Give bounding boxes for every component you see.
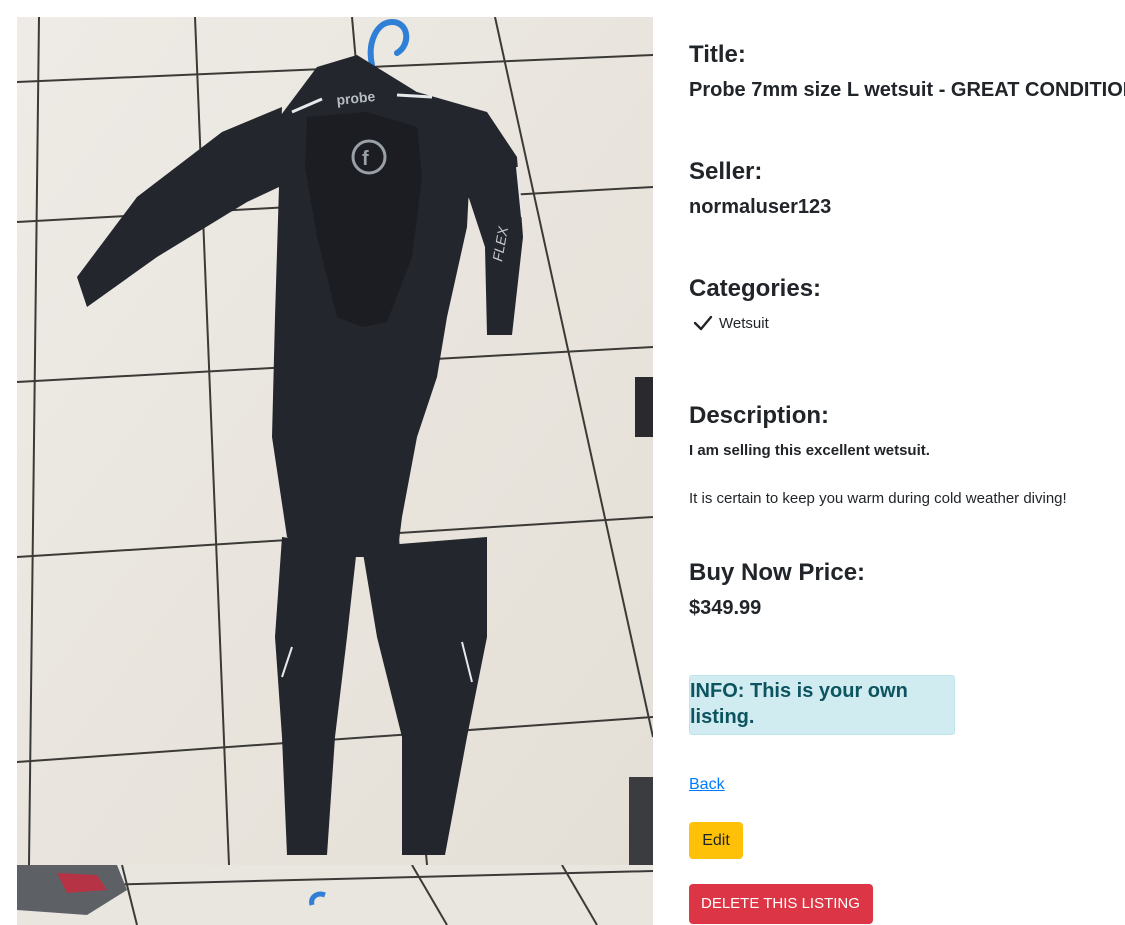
category-item: Wetsuit	[693, 314, 769, 332]
description-label: Description:	[689, 402, 830, 429]
seller-name: normaluser123	[689, 196, 832, 218]
listing-main-photo: f probe FLEX	[17, 17, 653, 865]
description-bold-line: I am selling this excellent wetsuit.	[689, 442, 930, 459]
listing-second-photo	[17, 865, 653, 925]
edit-button[interactable]: Edit	[689, 822, 743, 859]
category-label: Wetsuit	[719, 314, 769, 332]
own-listing-info-alert: INFO: This is your own listing.	[689, 675, 955, 735]
delete-listing-button[interactable]: DELETE THIS LISTING	[689, 884, 873, 924]
listing-title: Probe 7mm size L wetsuit - GREAT CONDITI…	[689, 79, 1125, 101]
back-link[interactable]: Back	[689, 776, 725, 794]
title-label: Title:	[689, 41, 746, 68]
svg-text:f: f	[362, 148, 369, 170]
price-label: Buy Now Price:	[689, 559, 866, 586]
buy-now-price: $349.99	[689, 597, 762, 619]
seller-label: Seller:	[689, 158, 763, 185]
description-text: It is certain to keep you warm during co…	[689, 490, 1067, 507]
categories-label: Categories:	[689, 275, 822, 302]
checkmark-icon	[693, 314, 713, 332]
